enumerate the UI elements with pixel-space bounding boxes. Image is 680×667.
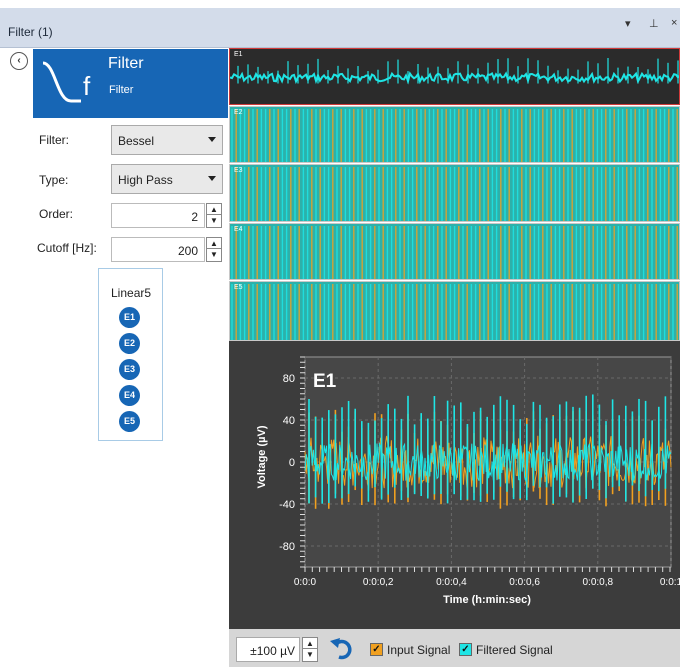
chevron-down-icon [208, 176, 216, 181]
input-signal-label: Input Signal [387, 643, 451, 657]
strip-label: E4 [234, 226, 243, 233]
increment-icon[interactable]: ▲ [207, 238, 221, 249]
filtered-signal-label: Filtered Signal [476, 643, 553, 657]
svg-text:f: f [83, 71, 91, 101]
input-signal-checkbox[interactable]: ✓ [370, 643, 383, 656]
signal-strip-e2[interactable]: E2 [229, 106, 680, 163]
type-select-value: High Pass [118, 173, 173, 187]
electrode-group: Linear5 E1 E2 E3 E4 E5 [98, 268, 163, 441]
electrode-group-title: Linear5 [111, 286, 152, 300]
x-tick-label: 0:0:0,8 [583, 577, 614, 588]
module-subtitle: Filter [109, 84, 134, 96]
cutoff-input[interactable]: 200 [111, 237, 205, 262]
electrode-e2[interactable]: E2 [119, 333, 140, 354]
y-tick-label: 0 [289, 457, 295, 469]
module-title: Filter [108, 55, 144, 72]
scale-input[interactable]: ±100 µV [236, 637, 300, 662]
strip-label: E5 [234, 284, 243, 291]
order-stepper[interactable]: ▲ ▼ [206, 203, 222, 228]
window-titlebar: Filter (1) ▾ ⊥ × [0, 8, 680, 48]
strip-trace [230, 57, 679, 85]
y-axis-label: Voltage (µV) [256, 425, 268, 488]
reset-icon[interactable] [327, 635, 355, 663]
electrode-e5[interactable]: E5 [119, 411, 140, 432]
x-tick-label: 0:0:1 [660, 577, 680, 588]
filter-label: Filter: [39, 133, 69, 147]
y-tick-label: 40 [283, 415, 295, 427]
window-title: Filter (1) [8, 25, 53, 39]
strip-trace [231, 167, 678, 221]
pin-icon[interactable]: ⊥ [649, 17, 659, 30]
x-tick-label: 0:0:0,4 [436, 577, 467, 588]
type-select[interactable]: High Pass [111, 164, 223, 194]
collapse-panel-button[interactable]: ‹ [10, 52, 28, 70]
cutoff-label: Cutoff [Hz]: [37, 241, 97, 255]
chevron-down-icon [208, 137, 216, 142]
y-tick-label: -80 [279, 541, 295, 553]
strip-label: E1 [234, 51, 243, 58]
x-axis-label: Time (h:min:sec) [443, 594, 531, 606]
increment-icon[interactable]: ▲ [303, 638, 317, 649]
dropdown-icon[interactable]: ▾ [625, 17, 631, 30]
decrement-icon[interactable]: ▼ [207, 249, 221, 260]
x-tick-label: 0:0:0,2 [363, 577, 394, 588]
close-icon[interactable]: × [671, 17, 677, 29]
order-label: Order: [39, 207, 74, 221]
strip-label: E3 [234, 167, 243, 174]
type-label: Type: [39, 173, 69, 187]
increment-icon[interactable]: ▲ [207, 204, 221, 215]
display-toolbar: ±100 µV ▲ ▼ ✓ Input Signal ✓ Filtered Si… [229, 629, 680, 667]
signal-strip-e1[interactable]: E1 [229, 48, 680, 105]
chart-svg: 80 40 0 -40 -80 0:0:0 0:0:0,2 0:0:0,4 0:0:0,6 0:0… [256, 356, 680, 606]
order-input[interactable]: 2 [111, 203, 205, 228]
y-tick-label: 80 [283, 373, 295, 385]
filtered-signal-checkbox[interactable]: ✓ [459, 643, 472, 656]
module-header: f Filter Filter [33, 49, 228, 118]
signal-strip-e5[interactable]: E5 [229, 281, 680, 341]
signal-strip-e4[interactable]: E4 [229, 223, 680, 280]
x-tick-label: 0:0:0 [294, 577, 317, 588]
cutoff-stepper[interactable]: ▲ ▼ [206, 237, 222, 262]
decrement-icon[interactable]: ▼ [303, 649, 317, 660]
filter-select[interactable]: Bessel [111, 125, 223, 155]
decrement-icon[interactable]: ▼ [207, 215, 221, 226]
chart-title: E1 [313, 371, 337, 392]
strip-trace [231, 109, 678, 162]
strip-trace [231, 226, 678, 279]
x-tick-label: 0:0:0,6 [509, 577, 540, 588]
electrode-e3[interactable]: E3 [119, 359, 140, 380]
scale-stepper[interactable]: ▲ ▼ [302, 637, 318, 662]
electrode-e1[interactable]: E1 [119, 307, 140, 328]
signal-strip-e3[interactable]: E3 [229, 164, 680, 222]
electrode-e4[interactable]: E4 [119, 385, 140, 406]
y-tick-label: -40 [279, 499, 295, 511]
filter-curve-icon: f [42, 61, 91, 103]
filter-select-value: Bessel [118, 134, 155, 148]
strip-trace [231, 284, 678, 340]
strip-label: E2 [234, 109, 243, 116]
detail-chart: 80 40 0 -40 -80 0:0:0 0:0:0,2 0:0:0,4 0:0:0,6 0:0… [229, 341, 680, 629]
